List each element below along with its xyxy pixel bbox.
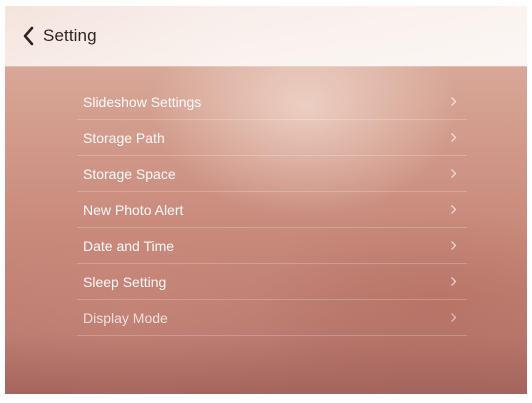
chevron-right-icon (451, 169, 457, 178)
menu-item-label: Display Mode (83, 309, 168, 326)
menu-item-date-and-time[interactable]: Date and Time (77, 228, 467, 264)
chevron-left-icon[interactable] (21, 25, 37, 47)
chevron-right-icon (451, 277, 457, 286)
menu-item-label: Sleep Setting (83, 273, 167, 290)
settings-screen: Setting Slideshow Settings Storage Path … (5, 6, 527, 394)
chevron-right-icon (451, 205, 457, 214)
back-button[interactable]: Setting (21, 21, 97, 51)
menu-item-label: Date and Time (83, 237, 175, 254)
menu-item-new-photo-alert[interactable]: New Photo Alert (77, 192, 467, 228)
menu-item-sleep-setting[interactable]: Sleep Setting (77, 264, 467, 300)
chevron-right-icon (451, 133, 457, 142)
page-title: Setting (43, 26, 97, 45)
background-shade (5, 334, 527, 394)
menu-item-storage-path[interactable]: Storage Path (77, 120, 467, 156)
menu-item-display-mode[interactable]: Display Mode (77, 300, 467, 336)
chevron-right-icon (451, 97, 457, 106)
chevron-right-icon (451, 241, 457, 250)
menu-item-label: Storage Path (83, 129, 165, 146)
settings-menu: Slideshow Settings Storage Path Storage … (77, 84, 467, 336)
menu-item-label: Slideshow Settings (83, 93, 202, 110)
chevron-right-icon (451, 313, 457, 322)
header-bar: Setting (5, 6, 527, 66)
menu-item-storage-space[interactable]: Storage Space (77, 156, 467, 192)
menu-item-label: New Photo Alert (83, 201, 184, 218)
menu-item-slideshow-settings[interactable]: Slideshow Settings (77, 84, 467, 120)
menu-item-label: Storage Space (83, 165, 176, 182)
